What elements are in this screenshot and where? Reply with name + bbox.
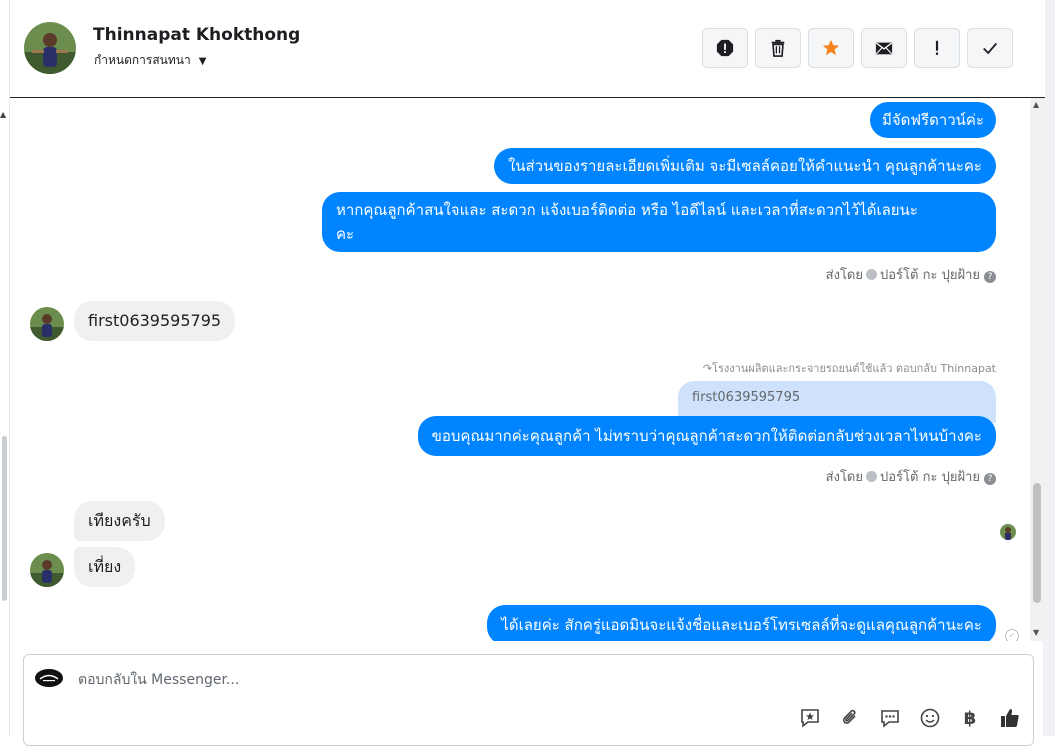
- sent-by-name: ปอร์โต้ กะ ปุยฝ้าย: [880, 268, 980, 283]
- question-icon[interactable]: ?: [984, 473, 996, 485]
- sent-by-prefix: ส่งโดย: [825, 470, 863, 485]
- assign-conversation-dropdown[interactable]: กำหนดการสนทนา ▼: [94, 51, 206, 70]
- scroll-up-arrow-icon[interactable]: ▲: [1033, 100, 1039, 109]
- stop-alert-icon: [716, 39, 734, 57]
- sent-by-meta: ส่งโดย ปอร์โต้ กะ ปุยฝ้าย?: [826, 466, 996, 487]
- reply-composer: ฿: [23, 654, 1034, 746]
- sent-by-prefix: ส่งโดย: [825, 268, 863, 283]
- verified-dot-icon: [866, 269, 877, 280]
- reply-arrow-icon: ↷: [702, 362, 713, 375]
- envelope-icon: [875, 42, 893, 55]
- incoming-message: first0639595795: [74, 301, 236, 341]
- left-scroll-thumb[interactable]: [2, 436, 7, 601]
- outgoing-message: ได้เลยค่ะ สักครู่แอดมินจะแจ้งชื่อและเบอร…: [487, 605, 996, 641]
- thread-scrollbar[interactable]: ▲ ▼: [1030, 98, 1045, 641]
- contact-name: Thinnapat Khokthong: [93, 25, 301, 45]
- reply-context-text: โรงงานผลิตและกระจายรถยนต์ใช้แล้ว ตอบกลับ…: [712, 362, 996, 375]
- star-icon: [822, 39, 840, 56]
- chat-options-button[interactable]: [877, 705, 903, 731]
- reply-context-note: ↷โรงงานผลิตและกระจายรถยนต์ใช้แล้ว ตอบกลั…: [703, 359, 996, 377]
- seen-avatar: [1000, 524, 1016, 540]
- conversation-header: Thinnapat Khokthong กำหนดการสนทนา ▼: [10, 0, 1045, 98]
- caret-down-icon: ▼: [198, 56, 207, 67]
- scroll-up-arrow-icon[interactable]: ▲: [0, 110, 6, 119]
- left-scrollbar[interactable]: ▲: [0, 0, 10, 736]
- thumbs-up-icon: [1001, 709, 1019, 727]
- question-icon[interactable]: ?: [984, 271, 996, 283]
- outgoing-message: ขอบคุณมากค่ะคุณลูกค้า ไม่ทราบว่าคุณลูกค้…: [417, 416, 996, 456]
- chat-bubble-icon: [881, 710, 899, 728]
- message-thread[interactable]: มีจัดฟรีดาวน์ค่ะ ในส่วนของรายละเอียดเพิ่…: [10, 98, 1030, 641]
- star-button[interactable]: [808, 28, 854, 68]
- saved-replies-button[interactable]: [797, 705, 823, 731]
- sent-check-icon: ✓: [1005, 629, 1019, 641]
- outgoing-message-line: หากคุณลูกค้าสนใจและ สะดวก แจ้งเบอร์ติดต่…: [336, 201, 918, 219]
- header-actions: [702, 28, 1013, 68]
- assign-conversation-label: กำหนดการสนทนา: [94, 53, 191, 67]
- delete-button[interactable]: [755, 28, 801, 68]
- incoming-message: เที่ยง: [74, 547, 136, 587]
- baht-icon: ฿: [963, 707, 977, 729]
- outgoing-message: มีจัดฟรีดาวน์ค่ะ: [869, 102, 996, 138]
- follow-up-button[interactable]: [914, 28, 960, 68]
- composer-tools: ฿: [797, 705, 1023, 731]
- smiley-icon: [920, 708, 940, 728]
- contact-avatar-small[interactable]: [30, 307, 64, 341]
- sent-by-meta: ส่งโดย ปอร์โต้ กะ ปุยฝ้าย?: [826, 264, 996, 285]
- checkmark-icon: [983, 42, 997, 55]
- payment-button[interactable]: ฿: [957, 705, 983, 731]
- chat-star-icon: [801, 709, 819, 728]
- email-button[interactable]: [861, 28, 907, 68]
- outgoing-message-line: คะ: [336, 225, 355, 243]
- mark-done-button[interactable]: [967, 28, 1013, 68]
- verified-dot-icon: [866, 471, 877, 482]
- sent-by-name: ปอร์โต้ กะ ปุยฝ้าย: [880, 470, 980, 485]
- attach-button[interactable]: [837, 705, 863, 731]
- emoji-button[interactable]: [917, 705, 943, 731]
- page-logo-icon: [34, 668, 64, 688]
- incoming-message: เทียงครับ: [74, 501, 165, 541]
- mark-spam-button[interactable]: [702, 28, 748, 68]
- thread-scroll-thumb[interactable]: [1033, 483, 1041, 603]
- trash-icon: [771, 39, 785, 57]
- like-button[interactable]: [997, 705, 1023, 731]
- outgoing-message: ในส่วนของรายละเอียดเพิ่มเติม จะมีเซลล์คอ…: [493, 148, 996, 184]
- scroll-down-arrow-icon[interactable]: ▼: [1033, 628, 1039, 637]
- contact-avatar[interactable]: [24, 22, 76, 74]
- reply-input[interactable]: [76, 667, 880, 693]
- paperclip-icon: [842, 709, 856, 724]
- contact-avatar-small[interactable]: [30, 553, 64, 587]
- exclamation-icon: [935, 40, 939, 55]
- outgoing-message: หากคุณลูกค้าสนใจและ สะดวก แจ้งเบอร์ติดต่…: [322, 192, 996, 252]
